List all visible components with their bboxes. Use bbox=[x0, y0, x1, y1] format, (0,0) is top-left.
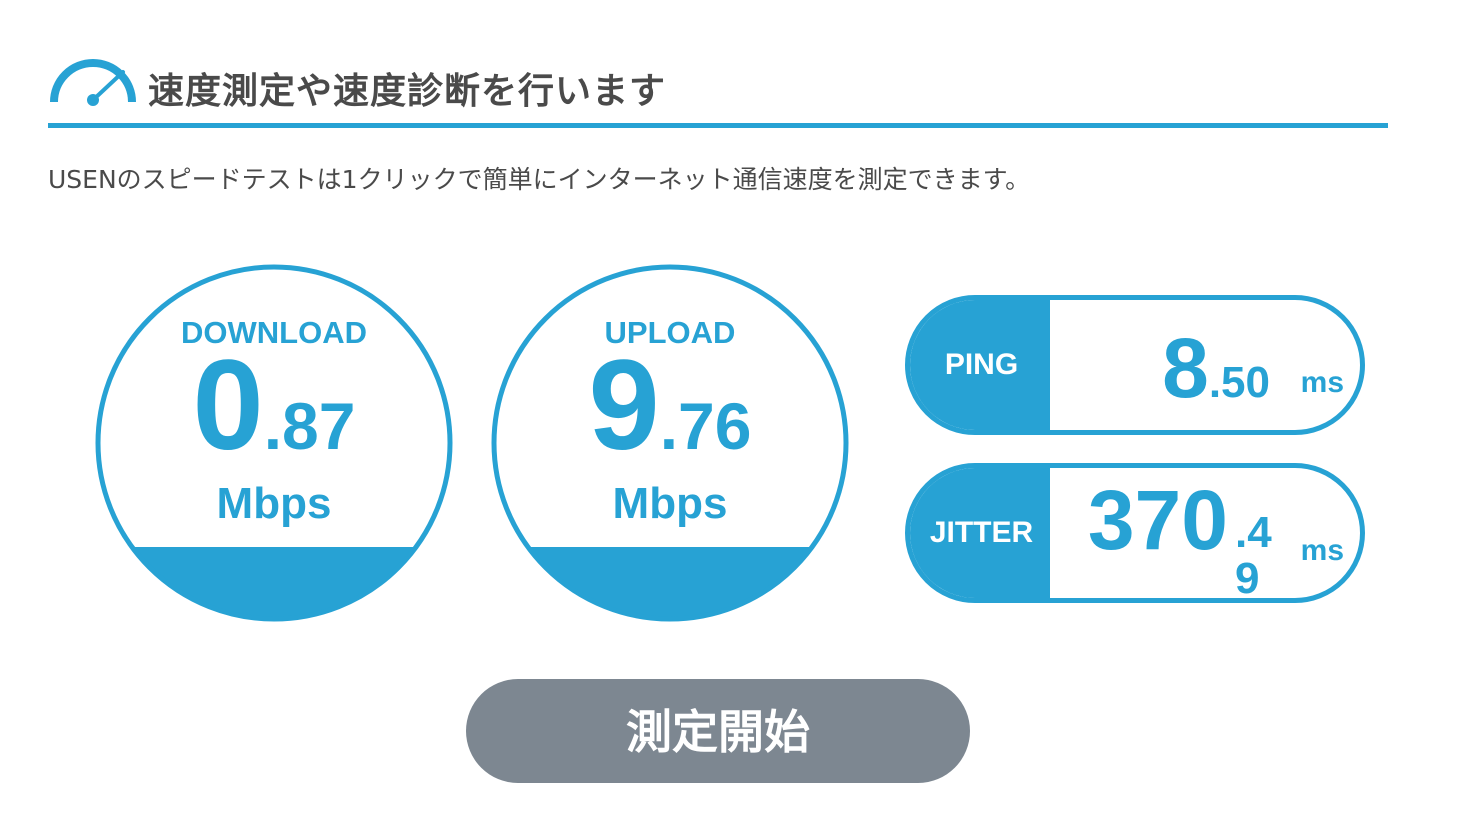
upload-value: 9.76 bbox=[491, 342, 849, 470]
ping-unit: ms bbox=[1300, 366, 1344, 399]
download-value-int: 0 bbox=[192, 334, 264, 477]
jitter-label: JITTER bbox=[929, 516, 1034, 549]
description-text: USENのスピードテストは1クリックで簡単にインターネット通信速度を測定できます… bbox=[48, 165, 1031, 194]
jitter-value: 370 bbox=[1088, 478, 1228, 562]
upload-gauge: UPLOAD 9.76 Mbps bbox=[491, 264, 849, 622]
jitter-value-int: 370 bbox=[1087, 473, 1228, 567]
speedometer-icon bbox=[50, 59, 136, 106]
ping-panel: PING 8.50 ms bbox=[905, 295, 1365, 435]
upload-value-int: 9 bbox=[588, 334, 660, 477]
upload-unit: Mbps bbox=[612, 479, 728, 528]
upload-value-dec: .76 bbox=[659, 389, 752, 463]
jitter-panel: JITTER 370 .49 ms bbox=[905, 463, 1365, 603]
ping-value-int: 8 bbox=[1162, 321, 1209, 415]
download-value: 0.87 bbox=[95, 342, 453, 470]
ping-value-dec: .50 bbox=[1208, 358, 1270, 407]
download-value-dec: .87 bbox=[263, 389, 356, 463]
jitter-unit: ms bbox=[1300, 534, 1344, 567]
download-unit: Mbps bbox=[216, 479, 332, 528]
section-heading: 速度測定や速度診断を行います bbox=[48, 50, 1388, 128]
ping-label: PING bbox=[944, 348, 1019, 381]
heading-divider bbox=[48, 123, 1388, 128]
page-title: 速度測定や速度診断を行います bbox=[148, 71, 667, 112]
jitter-value-dec: .49 bbox=[1235, 508, 1272, 603]
download-gauge: DOWNLOAD 0.87 Mbps bbox=[95, 264, 453, 622]
ping-value: 8.50 bbox=[1162, 326, 1270, 410]
start-measurement-button[interactable]: 測定開始 bbox=[466, 679, 970, 783]
